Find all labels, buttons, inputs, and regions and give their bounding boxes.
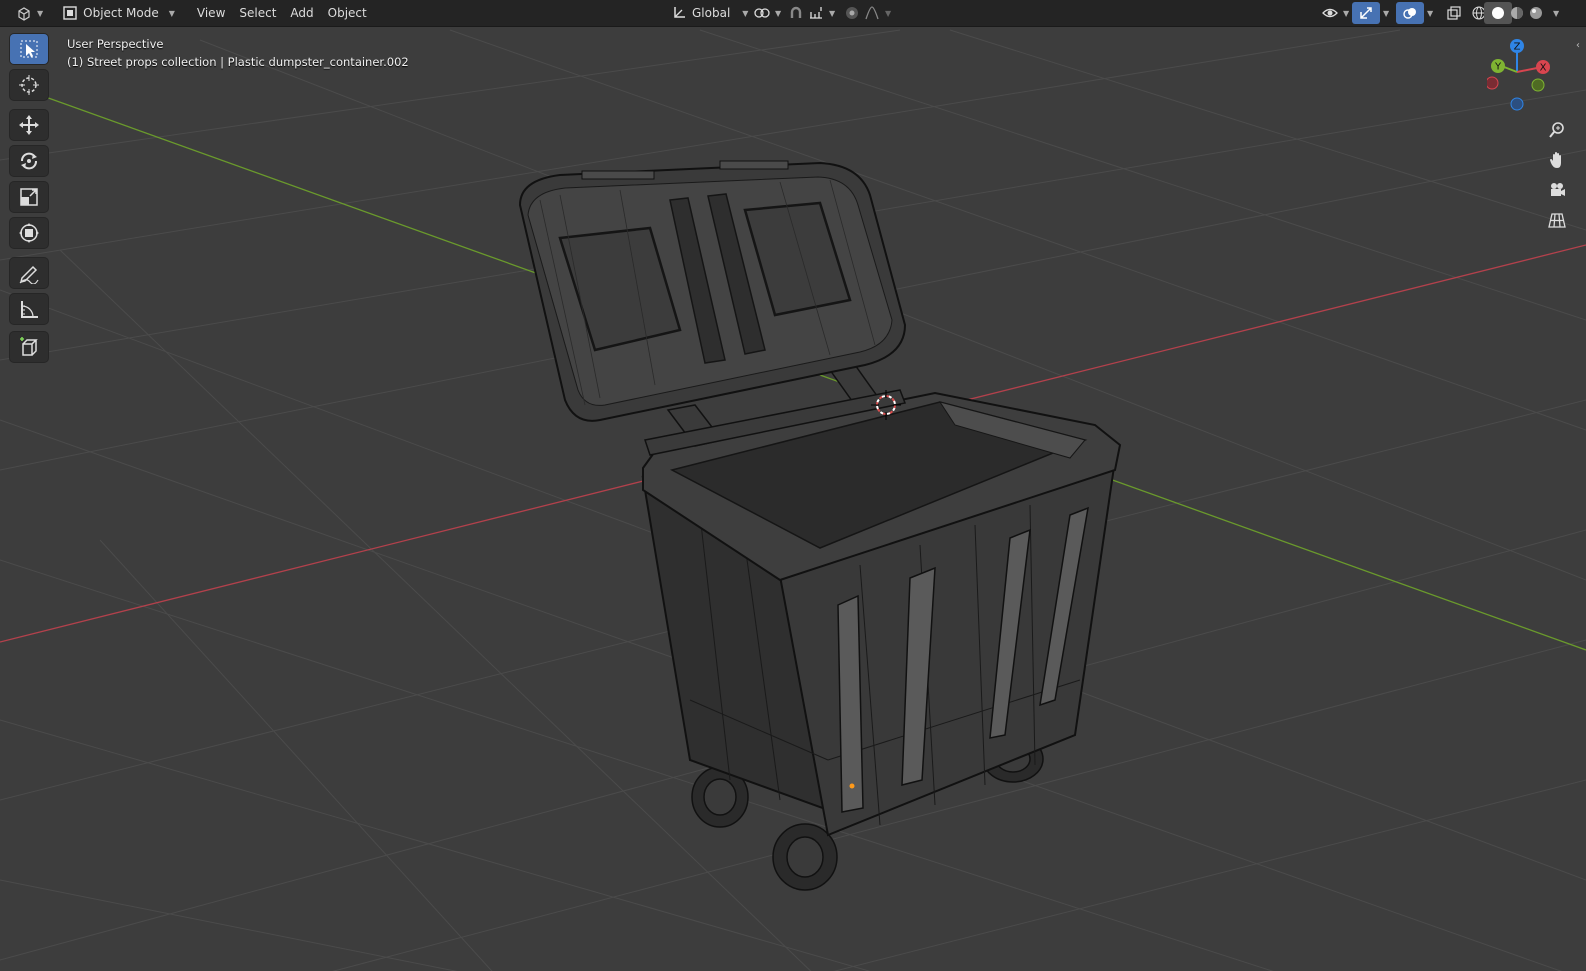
- zoom-button[interactable]: [1543, 116, 1571, 144]
- xray-toggle[interactable]: [1440, 2, 1468, 24]
- gizmo-y-label: Y: [1494, 62, 1502, 73]
- transform-tool[interactable]: [10, 218, 48, 248]
- gizmo-dropdown[interactable]: ▼: [1374, 2, 1394, 24]
- gizmo-icon: [1357, 4, 1375, 22]
- navigation-gizmo[interactable]: Z X Y: [1487, 37, 1557, 117]
- zoom-icon: [1549, 122, 1564, 138]
- transform-icon: [19, 223, 39, 243]
- ortho-toggle-button[interactable]: [1543, 206, 1571, 234]
- menu-select[interactable]: Select: [232, 2, 283, 24]
- menu-view[interactable]: View: [190, 2, 232, 24]
- pan-button[interactable]: [1543, 146, 1571, 174]
- measure-tool[interactable]: [10, 294, 48, 324]
- rotate-tool[interactable]: [10, 146, 48, 176]
- pivot-point-icon: [753, 4, 771, 22]
- add-cube-tool[interactable]: [10, 332, 48, 362]
- 3d-viewport[interactable]: User Perspective (1) Street props collec…: [0, 0, 1586, 971]
- camera-view-button[interactable]: [1543, 176, 1571, 204]
- dumpster-model[interactable]: [518, 160, 1122, 891]
- pivot-point-dropdown[interactable]: ▼: [748, 2, 786, 24]
- viewport-info: User Perspective (1) Street props collec…: [67, 35, 409, 71]
- rendered-shading-icon: [1527, 4, 1545, 22]
- scale-tool[interactable]: [10, 182, 48, 212]
- select-box-icon: [20, 40, 38, 58]
- snap-increment-icon: [807, 4, 825, 22]
- orientation-icon: [670, 4, 688, 22]
- view3d-icon: [15, 4, 33, 22]
- object-info: (1) Street props collection | Plastic du…: [67, 55, 409, 69]
- orientation-label: Global: [692, 6, 731, 20]
- object-mode-icon: [61, 4, 79, 22]
- snap-target-dropdown[interactable]: ▼: [802, 2, 840, 24]
- annotate-tool[interactable]: [10, 258, 48, 288]
- editor-type-button[interactable]: ▼: [10, 2, 48, 24]
- measure-icon: [21, 301, 38, 318]
- visibility-dropdown[interactable]: ▼: [1316, 2, 1354, 24]
- viewport-header: ▼ Object Mode ▼ View Select Add Object G…: [0, 0, 1586, 27]
- falloff-dropdown[interactable]: ▼: [858, 2, 896, 24]
- rotate-icon: [21, 152, 37, 170]
- annotate-icon: [19, 265, 39, 284]
- mode-label: Object Mode: [83, 6, 159, 20]
- shading-dropdown[interactable]: ▼: [1544, 2, 1564, 24]
- viewport-scene[interactable]: [0, 0, 1586, 971]
- overlay-icon: [1401, 4, 1419, 22]
- cursor-tool[interactable]: [10, 70, 48, 100]
- pan-hand-icon: [1550, 152, 1561, 168]
- cursor-icon: [19, 75, 39, 95]
- camera-icon: [1551, 183, 1565, 196]
- add-cube-icon: [20, 337, 38, 356]
- gizmo-x-label: X: [1540, 63, 1547, 74]
- move-icon: [19, 115, 39, 135]
- scale-icon: [20, 188, 38, 206]
- menu-object[interactable]: Object: [321, 2, 374, 24]
- transform-orientation-dropdown[interactable]: Global ▼: [665, 2, 753, 24]
- select-box-tool[interactable]: [10, 34, 48, 64]
- falloff-curve-icon: [863, 4, 881, 22]
- sidebar-toggle-arrow[interactable]: ‹: [1576, 40, 1580, 51]
- visibility-icon: [1321, 4, 1339, 22]
- ortho-grid-icon: [1548, 213, 1566, 228]
- xray-icon: [1445, 4, 1463, 22]
- mode-selector[interactable]: Object Mode ▼: [56, 2, 180, 24]
- move-tool[interactable]: [10, 110, 48, 140]
- overlay-dropdown[interactable]: ▼: [1418, 2, 1438, 24]
- view-name: User Perspective: [67, 37, 164, 51]
- menu-add[interactable]: Add: [283, 2, 320, 24]
- gizmo-z-label: Z: [1514, 42, 1521, 53]
